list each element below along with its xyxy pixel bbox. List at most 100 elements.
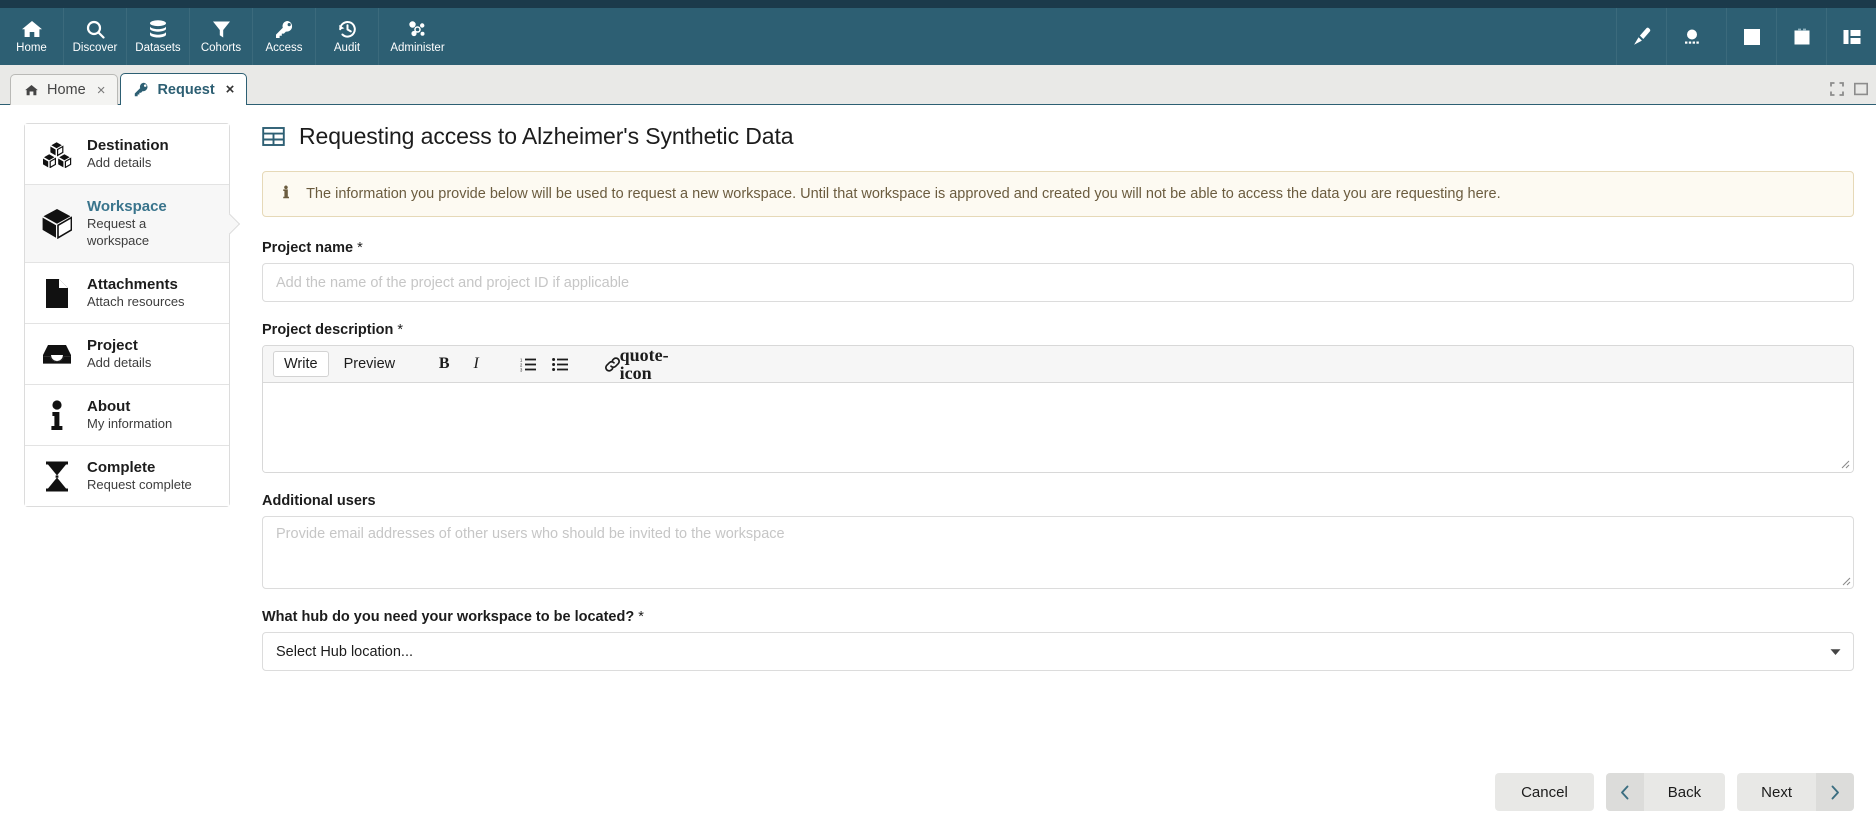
sidebar-step-workspace-subtitle: Request a workspace [87,215,197,249]
nav-item-home[interactable]: Home [0,8,63,65]
svg-text:3: 3 [520,367,523,372]
sidebar-step-about-title: About [87,398,172,415]
additional-users-label-text: Additional users [262,493,376,509]
sidebar-step-about[interactable]: About My information [25,385,229,446]
bold-button[interactable]: B [430,351,458,377]
sidebar-step-destination-subtitle: Add details [87,154,169,171]
window-top-strip [0,0,1876,8]
field-project-description: Project description * Write Preview B I [262,322,1854,473]
cube-icon [41,208,73,239]
sidebar-step-workspace-title: Workspace [87,198,197,215]
sidebar-step-project-subtitle: Add details [87,354,151,371]
nav-item-administer[interactable]: Administer [378,8,456,65]
markdown-tab-write[interactable]: Write [273,351,329,377]
chevron-right-icon[interactable] [1816,773,1854,811]
hub-location-required-mark: * [638,609,644,625]
italic-button[interactable]: I [462,351,490,377]
field-project-name: Project name * [262,240,1854,302]
additional-users-label: Additional users [262,493,1854,509]
paintbrush-button[interactable] [1616,8,1666,65]
bold-icon: B [439,355,450,373]
sidebar-step-attachments[interactable]: Attachments Attach resources [25,263,229,324]
tab-request[interactable]: Request × [120,73,247,105]
unordered-list-button[interactable] [546,351,574,377]
nav-item-audit-label: Audit [334,42,360,54]
hub-location-select-value[interactable]: Select Hub location... [262,632,1854,671]
sidebar-step-workspace-text: Workspace Request a workspace [87,198,197,249]
nav-item-cohorts[interactable]: Cohorts [189,8,252,65]
project-name-required-mark: * [357,240,363,256]
page-title: Requesting access to Alzheimer's Synthet… [262,123,1854,150]
italic-icon: I [473,355,478,373]
wizard-footer: Cancel Back Next [0,761,1876,823]
wizard-step-list: Destination Add details Workspace [24,123,230,507]
sidebar-step-about-text: About My information [87,398,172,432]
field-hub-location: What hub do you need your workspace to b… [262,609,1854,671]
nav-item-home-label: Home [16,42,47,54]
unordered-list-icon [552,357,568,372]
boxes-icon [41,141,73,168]
inbox-icon [41,342,73,366]
sidebar-step-destination-text: Destination Add details [87,137,169,171]
sidebar-step-complete[interactable]: Complete Request complete [25,446,229,506]
nav-item-datasets[interactable]: Datasets [126,8,189,65]
application-window: Home Discover Datasets Cohorts [0,0,1876,823]
user-avatar-button[interactable] [1666,8,1716,65]
top-nav-right-actions [1616,8,1876,65]
markdown-tab-preview[interactable]: Preview [333,351,407,377]
clipboard-icon [1792,27,1812,47]
gear-icon [408,19,427,39]
history-icon [338,19,357,39]
sidebar-step-destination[interactable]: Destination Add details [25,124,229,185]
nav-item-audit[interactable]: Audit [315,8,378,65]
project-description-textarea[interactable] [263,383,1853,472]
layout-panels-icon [1842,27,1862,47]
back-button-group: Back [1606,773,1725,811]
tab-home-close-icon[interactable]: × [97,83,106,98]
user-avatar-icon [1681,26,1703,48]
cancel-button[interactable]: Cancel [1495,773,1594,811]
square-panel-button[interactable] [1726,8,1776,65]
project-name-input[interactable] [262,263,1854,302]
page-body: Destination Add details Workspace [0,105,1876,823]
tab-request-label: Request [157,82,214,98]
hub-location-select[interactable]: Select Hub location... [262,632,1854,671]
square-icon [1742,27,1762,47]
markdown-toolbar: Write Preview B I 1 [263,346,1853,383]
hub-location-label-text: What hub do you need your workspace to b… [262,609,634,625]
sidebar-step-project[interactable]: Project Add details [25,324,229,385]
layout-panels-button[interactable] [1826,8,1876,65]
home-icon [24,83,39,97]
clipboard-button[interactable] [1776,8,1826,65]
tab-request-close-icon[interactable]: × [226,82,235,97]
nav-item-administer-label: Administer [390,42,444,54]
additional-users-textarea[interactable] [262,516,1854,589]
info-banner: ℹ The information you provide below will… [262,171,1854,217]
info-icon: ℹ [279,186,289,202]
sidebar-step-complete-subtitle: Request complete [87,476,192,493]
sidebar-step-complete-text: Complete Request complete [87,459,192,493]
chevron-left-icon[interactable] [1606,773,1644,811]
quote-button[interactable]: quote-icon [630,351,658,377]
additional-users-wrapper [262,516,1854,589]
next-button[interactable]: Next [1737,773,1816,811]
file-icon [41,278,73,309]
fullscreen-icon[interactable] [1830,82,1844,96]
ordered-list-button[interactable]: 1 2 3 [514,351,542,377]
nav-item-discover-label: Discover [73,42,118,54]
markdown-editor: Write Preview B I 1 [262,345,1854,473]
search-icon [86,19,105,39]
nav-item-access-label: Access [265,42,302,54]
table-icon [262,125,285,148]
tab-bar: Home × Request × [0,65,1876,105]
sidebar-step-workspace[interactable]: Workspace Request a workspace [25,185,229,263]
sidebar-step-destination-title: Destination [87,137,169,154]
sidebar-step-attachments-subtitle: Attach resources [87,293,185,310]
nav-item-access[interactable]: Access [252,8,315,65]
link-icon [604,356,621,373]
hourglass-icon [41,461,73,492]
panel-icon[interactable] [1854,82,1868,96]
back-button[interactable]: Back [1644,773,1725,811]
tab-home[interactable]: Home × [10,74,118,105]
nav-item-discover[interactable]: Discover [63,8,126,65]
